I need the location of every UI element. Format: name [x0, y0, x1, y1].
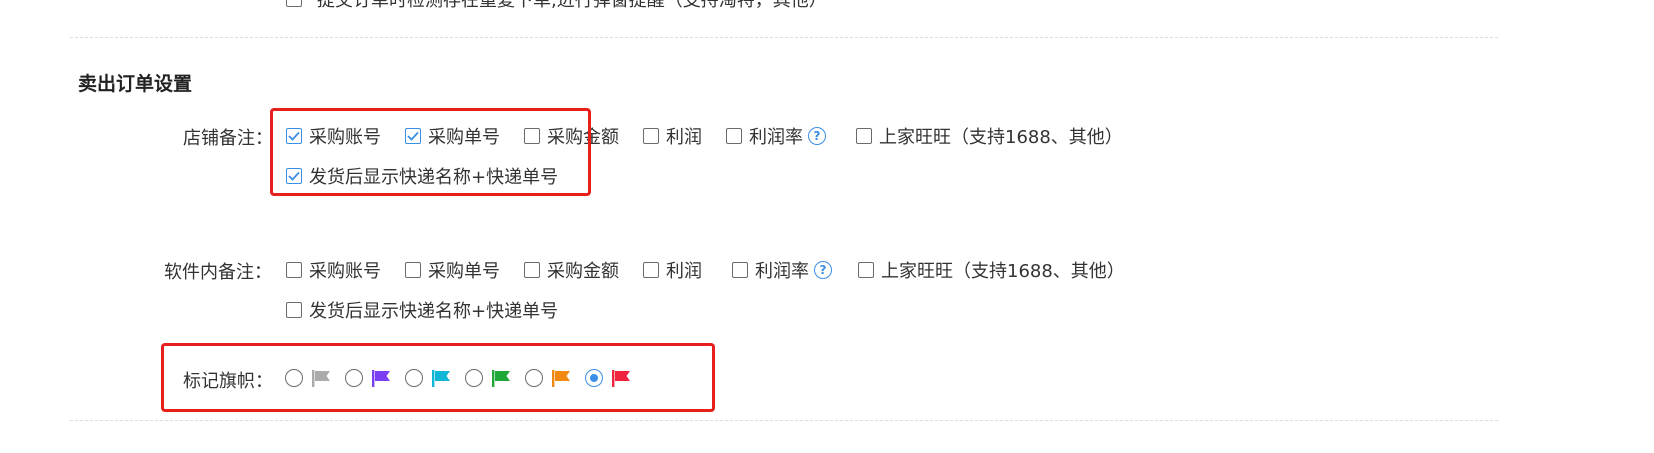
checkbox[interactable]: [732, 262, 748, 278]
section-divider-top: [70, 37, 1498, 38]
flag-radio-purple[interactable]: [345, 369, 363, 387]
flag-option-gray[interactable]: [285, 369, 331, 387]
shop-note-options: 采购账号 采购单号 采购金额 利润 利润率 ? 上家旺旺（支持1688、其他）: [286, 123, 1123, 149]
question-circle-icon[interactable]: ?: [814, 261, 832, 279]
section-divider-bottom: [70, 420, 1498, 421]
checkbox[interactable]: [643, 128, 659, 144]
flag-option-orange[interactable]: [525, 369, 571, 387]
software-note-option-supplier-wangwang[interactable]: 上家旺旺（支持1688、其他）: [858, 257, 1125, 283]
option-label: 利润率: [755, 261, 809, 282]
option-label: 采购单号: [428, 261, 500, 282]
checkbox[interactable]: [856, 128, 872, 144]
option-label: 利润率: [749, 127, 803, 148]
flag-icon: [611, 369, 631, 387]
checkbox[interactable]: [405, 262, 421, 278]
flag-marking-options: [285, 365, 645, 391]
flag-option-purple[interactable]: [345, 369, 391, 387]
shop-note-option-purchase-amount[interactable]: 采购金额: [524, 123, 619, 149]
option-label: 利润: [666, 261, 702, 282]
shop-note-option-profit[interactable]: 利润: [643, 123, 702, 149]
flag-marking-label: 标记旗帜：: [183, 371, 273, 392]
checkbox[interactable]: [643, 262, 659, 278]
software-note-options: 采购账号 采购单号 采购金额 利润 利润率 ? 上家旺旺（支持1688、其他）: [286, 257, 1125, 283]
checkbox[interactable]: [858, 262, 874, 278]
option-label: 采购金额: [547, 261, 619, 282]
shop-note-option-purchase-order-no[interactable]: 采购单号: [405, 123, 500, 149]
flag-option-cyan[interactable]: [405, 369, 451, 387]
checkbox[interactable]: [524, 128, 540, 144]
checkbox-checked[interactable]: [286, 168, 302, 184]
option-label: 发货后显示快递名称+快递单号: [309, 167, 559, 188]
section-title: 卖出订单设置: [78, 73, 193, 95]
checkbox[interactable]: [286, 262, 302, 278]
duplicate-order-reminder-checkbox[interactable]: [286, 0, 302, 7]
option-label: 利润: [666, 127, 702, 148]
shop-note-option-purchase-account[interactable]: 采购账号: [286, 123, 381, 149]
duplicate-order-reminder-option[interactable]: 提交订单时检测存在重复下单,进行弹窗提醒（支持淘特，其他）: [286, 0, 827, 11]
shop-note-option-show-express[interactable]: 发货后显示快递名称+快递单号: [286, 163, 558, 189]
flag-icon: [431, 369, 451, 387]
question-circle-icon[interactable]: ?: [808, 127, 826, 145]
flag-icon: [371, 369, 391, 387]
software-note-option-profit[interactable]: 利润: [643, 257, 702, 283]
checkbox[interactable]: [524, 262, 540, 278]
software-note-option-show-express[interactable]: 发货后显示快递名称+快递单号: [286, 297, 558, 323]
flag-icon: [551, 369, 571, 387]
software-note-option-purchase-amount[interactable]: 采购金额: [524, 257, 619, 283]
flag-radio-green[interactable]: [465, 369, 483, 387]
shop-note-option-profit-rate[interactable]: 利润率 ?: [726, 123, 826, 149]
option-label: 采购账号: [309, 261, 381, 282]
option-label: 发货后显示快递名称+快递单号: [309, 301, 559, 322]
option-label: 采购账号: [309, 127, 381, 148]
flag-icon: [491, 369, 511, 387]
duplicate-order-reminder-label: 提交订单时检测存在重复下单,进行弹窗提醒（支持淘特，其他）: [317, 0, 827, 11]
software-note-extra-row: 发货后显示快递名称+快递单号: [286, 297, 558, 323]
flag-radio-gray[interactable]: [285, 369, 303, 387]
option-label: 采购单号: [428, 127, 500, 148]
shop-note-extra-row: 发货后显示快递名称+快递单号: [286, 163, 558, 189]
option-label: 采购金额: [547, 127, 619, 148]
checkbox[interactable]: [726, 128, 742, 144]
checkbox-checked[interactable]: [405, 128, 421, 144]
option-label: 上家旺旺（支持1688、其他）: [881, 261, 1125, 282]
checkbox[interactable]: [286, 302, 302, 318]
flag-option-red[interactable]: [585, 369, 631, 387]
software-note-option-profit-rate[interactable]: 利润率 ?: [732, 257, 832, 283]
flag-icon: [311, 369, 331, 387]
flag-radio-red[interactable]: [585, 369, 603, 387]
shop-note-option-supplier-wangwang[interactable]: 上家旺旺（支持1688、其他）: [856, 123, 1123, 149]
shop-note-label: 店铺备注：: [183, 128, 273, 149]
radio-dot: [590, 374, 598, 382]
flag-radio-orange[interactable]: [525, 369, 543, 387]
software-note-option-purchase-account[interactable]: 采购账号: [286, 257, 381, 283]
flag-option-green[interactable]: [465, 369, 511, 387]
software-note-option-purchase-order-no[interactable]: 采购单号: [405, 257, 500, 283]
option-label: 上家旺旺（支持1688、其他）: [879, 127, 1123, 148]
software-note-label: 软件内备注：: [164, 262, 272, 283]
flag-radio-cyan[interactable]: [405, 369, 423, 387]
checkbox-checked[interactable]: [286, 128, 302, 144]
